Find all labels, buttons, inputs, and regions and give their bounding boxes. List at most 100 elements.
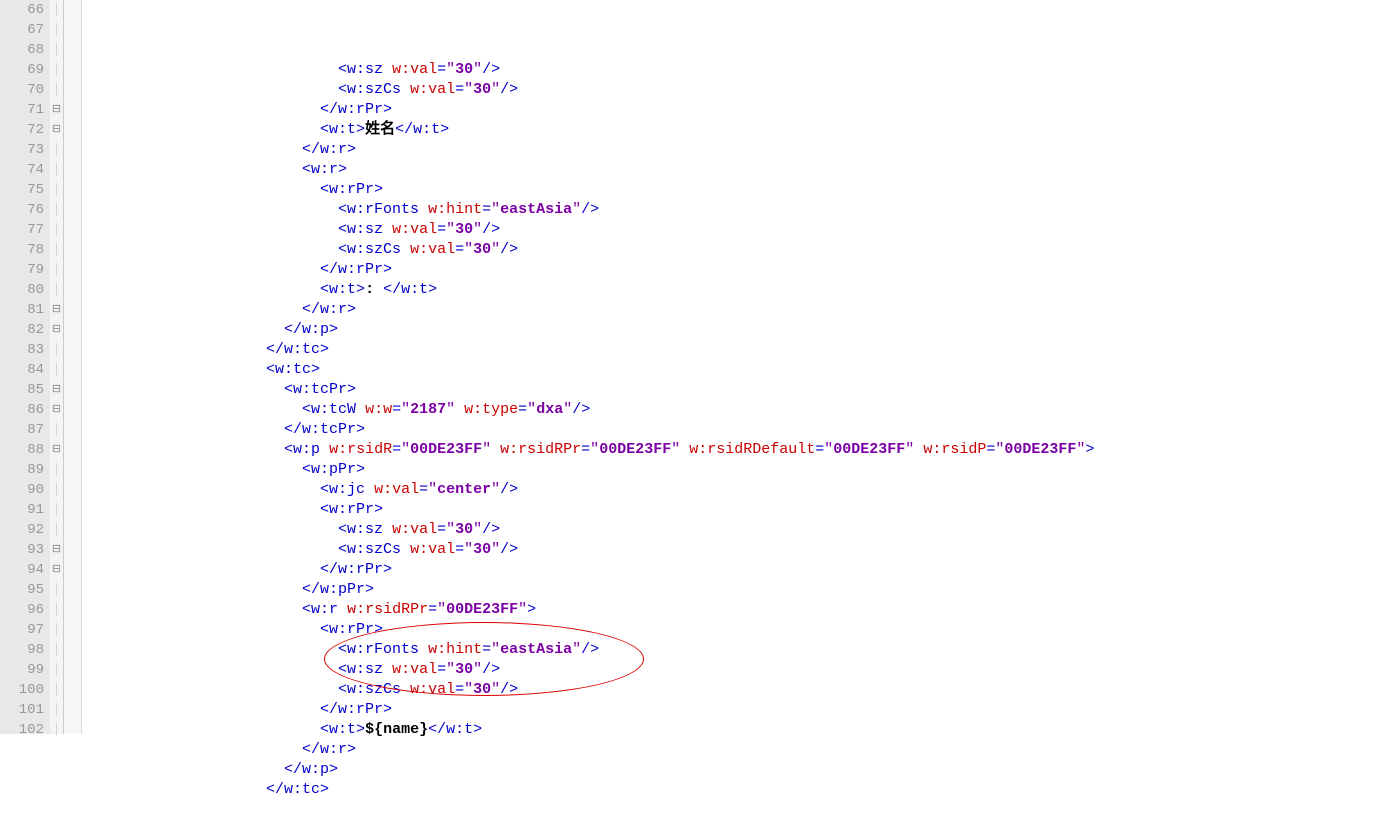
fold-mark[interactable]: │	[50, 500, 63, 520]
code-line[interactable]: </w:tc>	[86, 780, 1382, 800]
fold-mark[interactable]: │	[50, 240, 63, 260]
code-line[interactable]: <w:rPr>	[86, 180, 1382, 200]
code-line[interactable]: </w:r>	[86, 300, 1382, 320]
fold-mark[interactable]: │	[50, 260, 63, 280]
code-editor[interactable]: 6667686970717273747576777879808182838485…	[0, 0, 1382, 734]
fold-mark[interactable]: ⊟	[50, 320, 63, 340]
code-line[interactable]: <w:sz w:val="30"/>	[86, 520, 1382, 540]
token-txt: 姓名	[365, 121, 395, 138]
fold-mark[interactable]: │	[50, 180, 63, 200]
code-line[interactable]: </w:rPr>	[86, 260, 1382, 280]
fold-mark[interactable]: │	[50, 680, 63, 700]
token-val: "	[671, 441, 689, 458]
fold-mark[interactable]: │	[50, 160, 63, 180]
token-val: "	[491, 241, 500, 258]
code-line[interactable]: <w:szCs w:val="30"/>	[86, 80, 1382, 100]
fold-mark[interactable]: │	[50, 660, 63, 680]
token-attr: w:hint	[428, 201, 482, 218]
fold-mark[interactable]: ⊟	[50, 380, 63, 400]
token-attr: w:rsidRPr	[347, 601, 428, 618]
code-line[interactable]: <w:tcPr>	[86, 380, 1382, 400]
token-tag: =	[455, 681, 464, 698]
token-val: "	[491, 201, 500, 218]
code-line[interactable]: </w:rPr>	[86, 560, 1382, 580]
code-line[interactable]: </w:p>	[86, 320, 1382, 340]
token-attr: w:rsidP	[923, 441, 986, 458]
line-number: 90	[6, 480, 44, 500]
fold-mark[interactable]: │	[50, 520, 63, 540]
fold-mark[interactable]: ⊟	[50, 400, 63, 420]
fold-mark[interactable]: │	[50, 460, 63, 480]
fold-mark[interactable]: ⊟	[50, 300, 63, 320]
code-line[interactable]: </w:tcPr>	[86, 420, 1382, 440]
token-val: "	[446, 61, 455, 78]
code-line[interactable]: </w:r>	[86, 140, 1382, 160]
token-val: "	[995, 441, 1004, 458]
fold-mark[interactable]: │	[50, 60, 63, 80]
code-line[interactable]: <w:sz w:val="30"/>	[86, 60, 1382, 80]
fold-mark[interactable]: ⊟	[50, 540, 63, 560]
fold-column[interactable]: │││││⊟⊟││││││││⊟⊟││⊟⊟│⊟││││⊟⊟││││││││	[50, 0, 64, 734]
fold-mark[interactable]: │	[50, 200, 63, 220]
fold-mark[interactable]: │	[50, 720, 63, 740]
code-line[interactable]: <w:t>姓名</w:t>	[86, 120, 1382, 140]
fold-mark[interactable]: │	[50, 580, 63, 600]
fold-mark[interactable]: ⊟	[50, 120, 63, 140]
fold-mark[interactable]: ⊟	[50, 440, 63, 460]
code-line[interactable]: </w:p>	[86, 760, 1382, 780]
fold-mark[interactable]: │	[50, 620, 63, 640]
code-line[interactable]: <w:sz w:val="30"/>	[86, 660, 1382, 680]
fold-mark[interactable]: │	[50, 700, 63, 720]
fold-mark[interactable]: │	[50, 280, 63, 300]
code-line[interactable]: <w:r>	[86, 160, 1382, 180]
fold-mark[interactable]: │	[50, 220, 63, 240]
code-line[interactable]: <w:tc>	[86, 360, 1382, 380]
code-line[interactable]: </w:tc>	[86, 340, 1382, 360]
token-tag: =	[392, 441, 401, 458]
token-attr: w:rsidR	[329, 441, 392, 458]
code-line[interactable]: </w:r>	[86, 740, 1382, 760]
line-number: 94	[6, 560, 44, 580]
line-number: 98	[6, 640, 44, 660]
fold-mark[interactable]: │	[50, 360, 63, 380]
fold-mark[interactable]: │	[50, 640, 63, 660]
fold-mark[interactable]: │	[50, 600, 63, 620]
code-line[interactable]: <w:jc w:val="center"/>	[86, 480, 1382, 500]
token-val: "	[905, 441, 923, 458]
code-line[interactable]: <w:tcW w:w="2187" w:type="dxa"/>	[86, 400, 1382, 420]
code-line[interactable]: <w:t>: </w:t>	[86, 280, 1382, 300]
fold-mark[interactable]: ⊟	[50, 100, 63, 120]
fold-mark[interactable]: │	[50, 140, 63, 160]
code-line[interactable]: <w:szCs w:val="30"/>	[86, 240, 1382, 260]
code-line[interactable]: </w:pPr>	[86, 580, 1382, 600]
fold-mark[interactable]: │	[50, 20, 63, 40]
fold-mark[interactable]: │	[50, 0, 63, 20]
code-line[interactable]: <w:r w:rsidRPr="00DE23FF">	[86, 600, 1382, 620]
code-line[interactable]: <w:szCs w:val="30"/>	[86, 540, 1382, 560]
fold-mark[interactable]: │	[50, 40, 63, 60]
code-line[interactable]: <w:rFonts w:hint="eastAsia"/>	[86, 200, 1382, 220]
code-line[interactable]: <w:pPr>	[86, 460, 1382, 480]
fold-mark[interactable]: │	[50, 480, 63, 500]
token-valb: 30	[473, 241, 491, 258]
fold-mark[interactable]: │	[50, 80, 63, 100]
token-tag: </w:r>	[302, 301, 356, 318]
token-tag: />	[482, 661, 500, 678]
code-area[interactable]: <w:sz w:val="30"/> <w:szCs w:val="30"/> …	[82, 0, 1382, 734]
fold-mark[interactable]: │	[50, 420, 63, 440]
code-line[interactable]: <w:szCs w:val="30"/>	[86, 680, 1382, 700]
code-line[interactable]: </w:rPr>	[86, 100, 1382, 120]
code-line[interactable]: </w:rPr>	[86, 700, 1382, 720]
line-number: 99	[6, 660, 44, 680]
code-line[interactable]: <w:p w:rsidR="00DE23FF" w:rsidRPr="00DE2…	[86, 440, 1382, 460]
fold-mark[interactable]: ⊟	[50, 560, 63, 580]
fold-mark[interactable]: │	[50, 340, 63, 360]
token-val: "	[590, 441, 599, 458]
line-number: 85	[6, 380, 44, 400]
code-line[interactable]: <w:rPr>	[86, 500, 1382, 520]
code-line[interactable]: <w:sz w:val="30"/>	[86, 220, 1382, 240]
code-line[interactable]: <w:t>${name}</w:t>	[86, 720, 1382, 740]
code-line[interactable]: <w:rPr>	[86, 620, 1382, 640]
token-tag: =	[455, 241, 464, 258]
code-line[interactable]: <w:rFonts w:hint="eastAsia"/>	[86, 640, 1382, 660]
